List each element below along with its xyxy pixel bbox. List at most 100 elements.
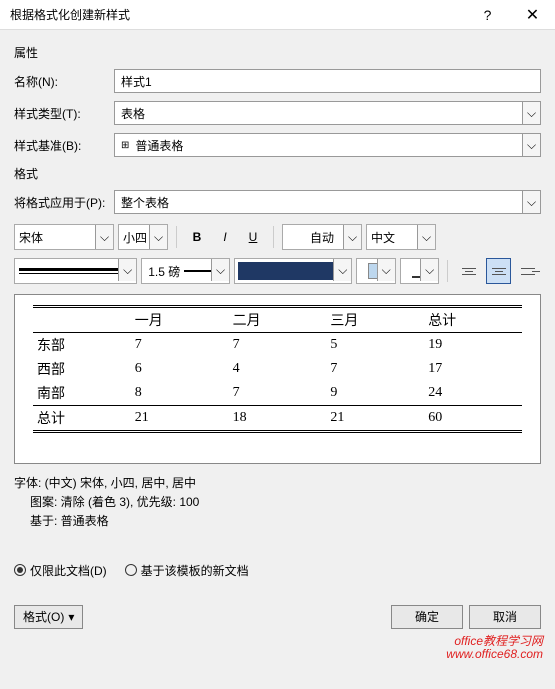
- name-label: 名称(N):: [14, 73, 114, 90]
- table-cell: 7: [229, 333, 327, 358]
- chevron-down-icon: ⌵: [420, 259, 438, 281]
- help-button[interactable]: ?: [465, 0, 510, 30]
- table-cell: 19: [424, 333, 522, 358]
- font-family-dropdown[interactable]: 宋体 ⌵: [14, 224, 114, 250]
- line-weight-dropdown[interactable]: 1.5 磅 ⌵: [141, 258, 230, 284]
- chevron-down-icon: ⌵: [333, 259, 351, 281]
- table-header: 总计: [424, 307, 522, 333]
- chevron-down-icon: ⌵: [211, 259, 229, 281]
- chevron-down-icon: ⌵: [522, 134, 540, 156]
- table-cell: 总计: [33, 406, 131, 432]
- border-toolbar: ⌵ 1.5 磅 ⌵ ⌵ ⌵ ⌵: [14, 258, 541, 284]
- chevron-down-icon: ⌵: [149, 225, 167, 249]
- table-header: 三月: [326, 307, 424, 333]
- radio-icon: [14, 564, 26, 576]
- table-cell: 南部: [33, 381, 131, 406]
- apply-to-value: 整个表格: [121, 194, 169, 211]
- style-type-label: 样式类型(T):: [14, 105, 114, 122]
- desc-line: 基于: 普通表格: [14, 512, 541, 531]
- format-menu-button[interactable]: 格式(O) ▾: [14, 605, 83, 629]
- italic-button[interactable]: I: [213, 225, 237, 249]
- table-cell: 西部: [33, 357, 131, 381]
- table-cell: 21: [131, 406, 229, 432]
- format-button-label: 格式(O): [23, 608, 64, 625]
- bold-button[interactable]: B: [185, 225, 209, 249]
- align-right-button[interactable]: [515, 258, 541, 284]
- align-center-button[interactable]: [486, 258, 512, 284]
- scope-radio-group: 仅限此文档(D) 基于该模板的新文档: [14, 562, 541, 579]
- chevron-down-icon: ⌵: [377, 259, 395, 281]
- table-cell: 7: [326, 357, 424, 381]
- table-cell: 18: [229, 406, 327, 432]
- language-dropdown[interactable]: 中文 ⌵: [366, 224, 436, 250]
- align-left-button[interactable]: [456, 258, 482, 284]
- separator: [176, 226, 177, 248]
- chevron-down-icon: ⌵: [417, 225, 435, 249]
- table-cell: 5: [326, 333, 424, 358]
- style-type-value: 表格: [121, 105, 145, 122]
- style-base-dropdown[interactable]: ⊞ 普通表格 ⌵: [114, 133, 541, 157]
- style-name-input[interactable]: [114, 69, 541, 93]
- table-cell: 6: [131, 357, 229, 381]
- table-cell: 7: [131, 333, 229, 358]
- desc-line: 字体: (中文) 宋体, 小四, 居中, 居中: [14, 474, 541, 493]
- fill-color-dropdown[interactable]: ⌵: [356, 258, 395, 284]
- border-color-dropdown[interactable]: ⌵: [234, 258, 352, 284]
- close-button[interactable]: ✕: [510, 0, 555, 30]
- style-preview: 一月 二月 三月 总计 东部 7 7 5 19 西部 6 4 7 17 南部: [14, 294, 541, 464]
- font-size-value: 小四: [123, 229, 147, 246]
- border-preset-dropdown[interactable]: ⌵: [400, 258, 439, 284]
- table-cell: 24: [424, 381, 522, 406]
- font-family-value: 宋体: [19, 229, 43, 246]
- cancel-button[interactable]: 取消: [469, 605, 541, 629]
- table-cell: 60: [424, 406, 522, 432]
- radio-icon: [125, 564, 137, 576]
- line-style-dropdown[interactable]: ⌵: [14, 258, 137, 284]
- border-color-swatch: [238, 262, 348, 280]
- format-section-label: 格式: [14, 165, 541, 182]
- table-cell: 21: [326, 406, 424, 432]
- apply-to-label: 将格式应用于(P):: [14, 194, 114, 211]
- chevron-down-icon: ⌵: [118, 259, 136, 281]
- dialog-title: 根据格式化创建新样式: [10, 6, 465, 23]
- apply-to-dropdown[interactable]: 整个表格 ⌵: [114, 190, 541, 214]
- chevron-down-icon: ⌵: [343, 225, 361, 249]
- template-radio[interactable]: 基于该模板的新文档: [125, 562, 249, 579]
- table-cell: 9: [326, 381, 424, 406]
- table-cell: 东部: [33, 333, 131, 358]
- table-header: 二月: [229, 307, 327, 333]
- properties-section-label: 属性: [14, 44, 541, 61]
- title-bar: 根据格式化创建新样式 ? ✕: [0, 0, 555, 30]
- chevron-down-icon: ▾: [68, 610, 74, 624]
- chevron-down-icon: ⌵: [522, 102, 540, 124]
- table-cell: 8: [131, 381, 229, 406]
- font-color-dropdown[interactable]: 自动 ⌵: [282, 224, 362, 250]
- table-header: 一月: [131, 307, 229, 333]
- watermark: office教程学习网 www.office68.com: [446, 635, 543, 661]
- table-cell: 7: [229, 381, 327, 406]
- dialog-button-bar: 格式(O) ▾ 确定 取消: [0, 599, 555, 639]
- desc-line: 图案: 清除 (着色 3), 优先级: 100: [14, 493, 541, 512]
- underline-button[interactable]: U: [241, 225, 265, 249]
- style-type-dropdown[interactable]: 表格 ⌵: [114, 101, 541, 125]
- table-cell: 4: [229, 357, 327, 381]
- radio-label: 基于该模板的新文档: [141, 562, 249, 579]
- line-style-preview: [19, 268, 132, 274]
- table-header: [33, 307, 131, 333]
- watermark-url: www.office68.com: [446, 648, 543, 661]
- radio-label: 仅限此文档(D): [30, 562, 107, 579]
- table-icon: ⊞: [121, 140, 129, 151]
- line-weight-value: 1.5 磅: [148, 263, 180, 280]
- style-base-label: 样式基准(B):: [14, 137, 114, 154]
- ok-button[interactable]: 确定: [391, 605, 463, 629]
- style-description: 字体: (中文) 宋体, 小四, 居中, 居中 图案: 清除 (着色 3), 优…: [14, 474, 541, 532]
- style-base-value: 普通表格: [135, 137, 183, 154]
- font-size-dropdown[interactable]: 小四 ⌵: [118, 224, 168, 250]
- this-document-radio[interactable]: 仅限此文档(D): [14, 562, 107, 579]
- language-value: 中文: [371, 229, 395, 246]
- chevron-down-icon: ⌵: [95, 225, 113, 249]
- table-cell: 17: [424, 357, 522, 381]
- separator: [273, 226, 274, 248]
- chevron-down-icon: ⌵: [522, 191, 540, 213]
- separator: [447, 260, 448, 282]
